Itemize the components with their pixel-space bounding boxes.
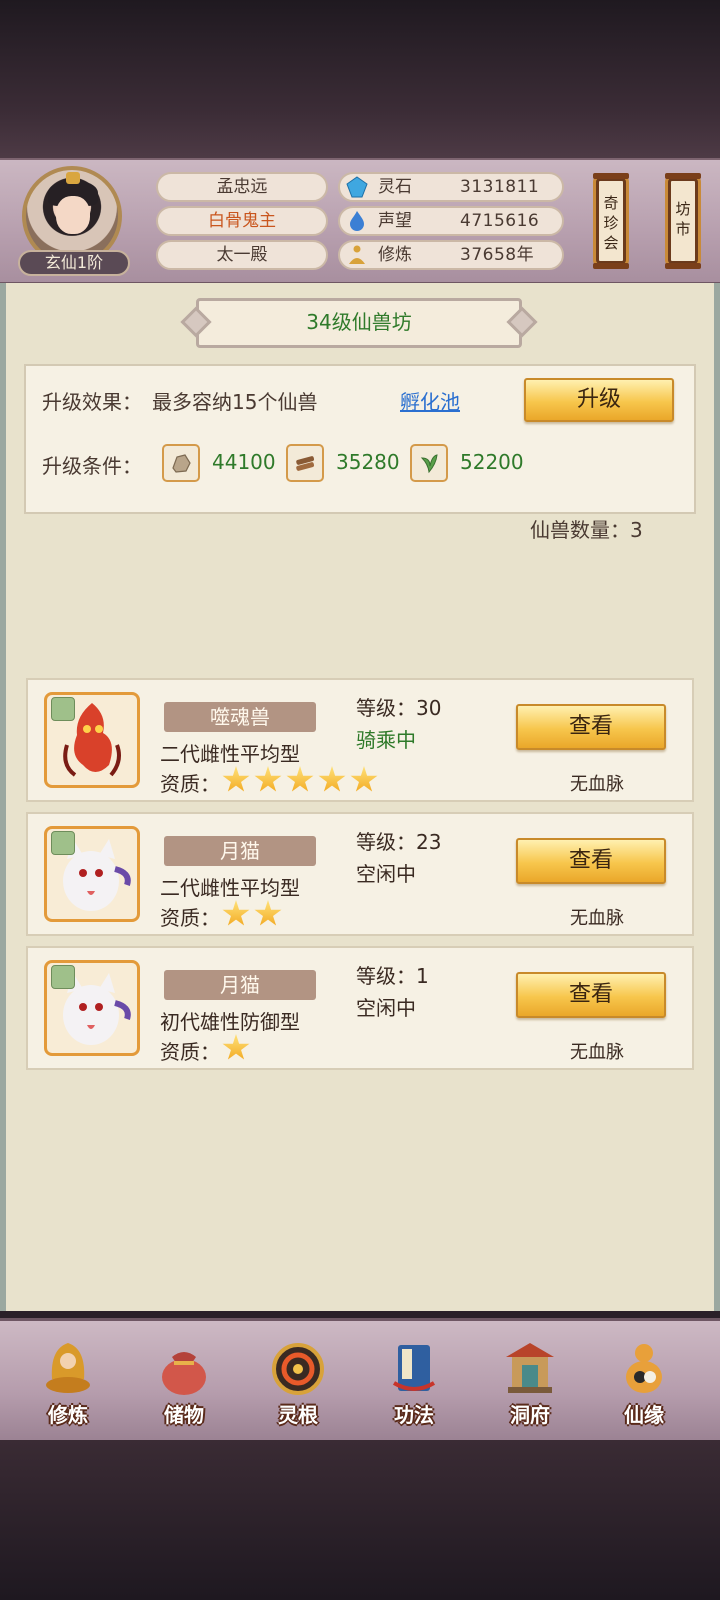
lock-icon (51, 697, 75, 721)
pet-name: 月猫 (164, 970, 316, 1000)
nav-cave-mansion[interactable]: 洞府 (480, 1333, 580, 1437)
bottom-background (0, 1440, 720, 1600)
star-icon (286, 766, 314, 792)
pet-quality-label: 资质： (160, 772, 220, 796)
nav-storage[interactable]: 储物 (134, 1333, 234, 1437)
pet-level: 等级：1 (356, 964, 429, 988)
material-herb-amount: 52200 (460, 450, 524, 474)
lock-icon (51, 831, 75, 855)
wood-icon (286, 444, 324, 482)
pet-quality-label: 资质： (160, 1040, 220, 1064)
star-icon (222, 900, 250, 926)
pet-description: 二代雌性平均型 (160, 742, 300, 766)
pet-name: 噬魂兽 (164, 702, 316, 732)
resource-spirit-stone: 灵石 3131811 (338, 172, 564, 202)
cultivation-icon (46, 1343, 90, 1393)
nav-technique[interactable]: 功法 (364, 1333, 464, 1437)
pet-portrait-moon-cat[interactable] (44, 960, 140, 1056)
star-icon (350, 766, 378, 792)
hatch-pool-link[interactable]: 孵化池 (400, 386, 460, 415)
pet-portrait-soul-beast[interactable] (44, 692, 140, 788)
spirit-root-icon (272, 1343, 324, 1395)
resource-prestige: 声望 4715616 (338, 206, 564, 236)
market-button[interactable]: 坊市 (665, 173, 701, 269)
player-sect[interactable]: 太一殿 (156, 240, 328, 270)
pet-quality-stars (222, 1034, 254, 1064)
pet-quality-stars (222, 900, 286, 930)
material-wood-amount: 35280 (336, 450, 400, 474)
star-icon (254, 766, 282, 792)
pet-card: 月猫 初代雄性防御型 资质： 等级：1 空闲中 查看 无血脉 (26, 946, 694, 1070)
pet-name: 月猫 (164, 836, 316, 866)
player-header: 玄仙1阶 孟忠远 白骨鬼主 太一殿 灵石 3131811 声望 4715616 … (0, 158, 720, 285)
resource-cultivation: 修炼 37658年 (338, 240, 564, 270)
pet-description: 二代雌性平均型 (160, 876, 300, 900)
top-background (0, 0, 720, 158)
immortal-fate-icon (626, 1344, 662, 1393)
view-pet-button[interactable]: 查看 (516, 838, 666, 884)
treasure-fair-button[interactable]: 奇珍会 (593, 173, 629, 269)
nav-label: 洞府 (510, 1403, 550, 1427)
pet-status: 空闲中 (356, 996, 416, 1020)
upgrade-effect-label: 升级效果： (42, 390, 142, 414)
pet-bloodline: 无血脉 (570, 1042, 624, 1063)
star-icon (254, 900, 282, 926)
pet-card: 噬魂兽 二代雌性平均型 资质： 等级：30 骑乘中 查看 无血脉 (26, 678, 694, 802)
workshop-title-banner: 34级仙兽坊 (196, 298, 522, 348)
meditation-icon (349, 245, 365, 264)
pet-level: 等级：30 (356, 696, 442, 720)
cave-mansion-icon (506, 1343, 554, 1393)
upgrade-effect-value: 最多容纳15个仙兽 (152, 390, 318, 414)
nav-label: 仙缘 (624, 1403, 664, 1427)
herb-icon (410, 444, 448, 482)
pet-bloodline: 无血脉 (570, 774, 624, 795)
nav-immortal-fate[interactable]: 仙缘 (594, 1333, 694, 1437)
star-icon (318, 766, 346, 792)
nav-cultivation[interactable]: 修炼 (18, 1333, 118, 1437)
bottom-nav: 修炼 储物 灵根 功法 洞府 仙缘 (0, 1318, 720, 1446)
pet-status: 骑乘中 (356, 728, 416, 752)
upgrade-button[interactable]: 升级 (524, 378, 674, 422)
nav-label: 功法 (394, 1403, 434, 1427)
star-icon (222, 1034, 250, 1060)
pet-quality-label: 资质： (160, 906, 220, 930)
pet-count: 仙兽数量：3 (530, 518, 643, 542)
nav-label: 灵根 (278, 1403, 318, 1427)
player-rank-badge: 玄仙1阶 (18, 250, 130, 276)
pet-level: 等级：23 (356, 830, 442, 854)
pet-description: 初代雄性防御型 (160, 1010, 300, 1034)
pet-portrait-moon-cat[interactable] (44, 826, 140, 922)
pet-bloodline: 无血脉 (570, 908, 624, 929)
player-title[interactable]: 白骨鬼主 (156, 206, 328, 236)
view-pet-button[interactable]: 查看 (516, 972, 666, 1018)
nav-label: 储物 (164, 1403, 204, 1427)
pet-card: 月猫 二代雌性平均型 资质： 等级：23 空闲中 查看 无血脉 (26, 812, 694, 936)
lock-icon (51, 965, 75, 989)
nav-label: 修炼 (48, 1403, 88, 1427)
prestige-flame-icon (350, 211, 364, 231)
ore-icon (162, 444, 200, 482)
material-ore-amount: 44100 (212, 450, 276, 474)
technique-book-icon (392, 1345, 436, 1391)
pet-status: 空闲中 (356, 862, 416, 886)
nav-spirit-root[interactable]: 灵根 (248, 1333, 348, 1437)
star-icon (222, 766, 250, 792)
spirit-stone-icon (346, 176, 368, 198)
upgrade-section: 升级效果： 最多容纳15个仙兽 孵化池 升级 升级条件： 44100 35280… (24, 364, 696, 514)
upgrade-condition-label: 升级条件： (42, 454, 142, 478)
pet-quality-stars (222, 766, 382, 796)
view-pet-button[interactable]: 查看 (516, 704, 666, 750)
storage-bag-icon (162, 1352, 206, 1395)
player-name: 孟忠远 (156, 172, 328, 202)
